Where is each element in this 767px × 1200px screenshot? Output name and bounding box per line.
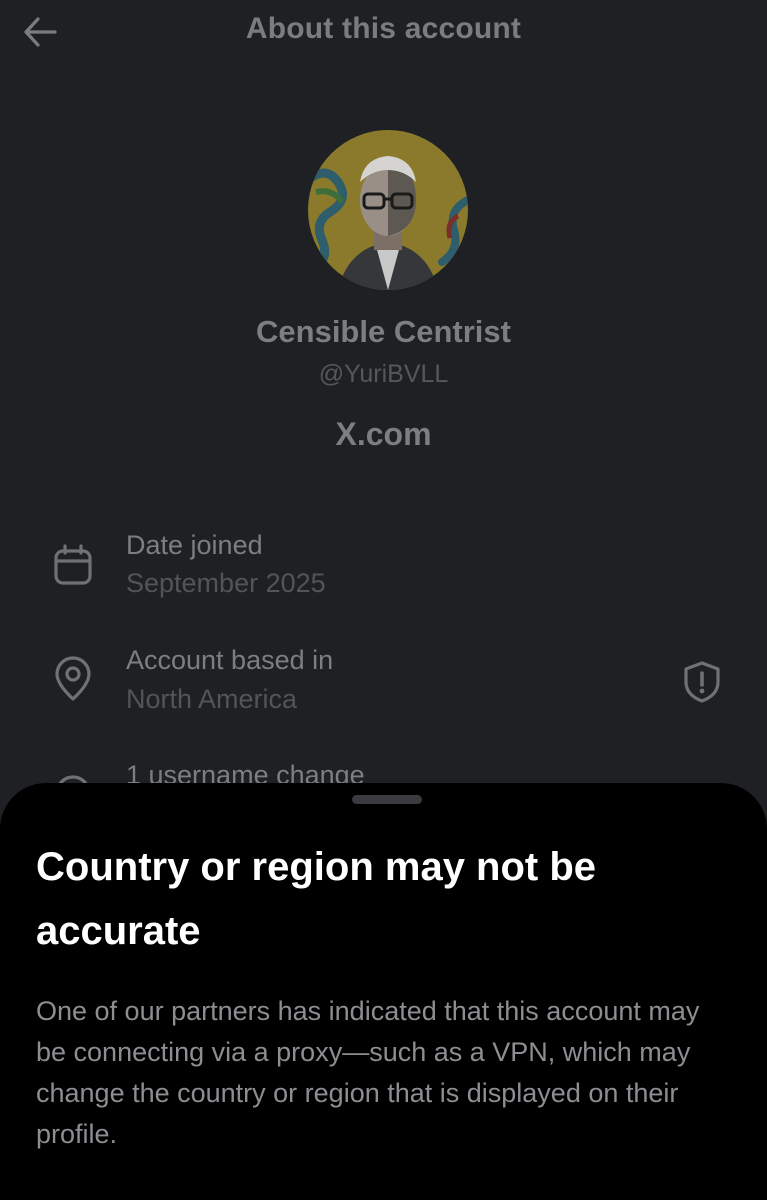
- calendar-icon: [50, 542, 96, 588]
- date-joined-label: Date joined: [126, 530, 263, 560]
- site-label: X.com: [335, 416, 432, 452]
- bottom-sheet: Country or region may not be accurate On…: [0, 783, 767, 1200]
- sheet-body-text: One of our partners has indicated that t…: [36, 996, 700, 1149]
- location-pin-icon: [50, 656, 96, 702]
- display-name: Censible Centrist: [256, 314, 511, 349]
- avatar-image: [308, 130, 468, 290]
- profile-avatar[interactable]: [308, 130, 468, 290]
- page-title: About this account: [245, 12, 522, 45]
- sheet-drag-handle[interactable]: [352, 795, 422, 804]
- date-joined-value: September 2025: [126, 568, 326, 598]
- account-based-value: North America: [126, 684, 298, 714]
- account-based-label: Account based in: [126, 645, 334, 675]
- sheet-title: Country or region may not be accurate: [36, 845, 597, 953]
- shield-alert-icon: [684, 661, 720, 703]
- shield-alert-button[interactable]: [678, 656, 726, 708]
- top-bar: About this account: [0, 0, 767, 64]
- username-handle: @YuriBVLL: [318, 360, 449, 388]
- about-account-screen: About this account Censible Centrist @Yu…: [0, 0, 767, 1200]
